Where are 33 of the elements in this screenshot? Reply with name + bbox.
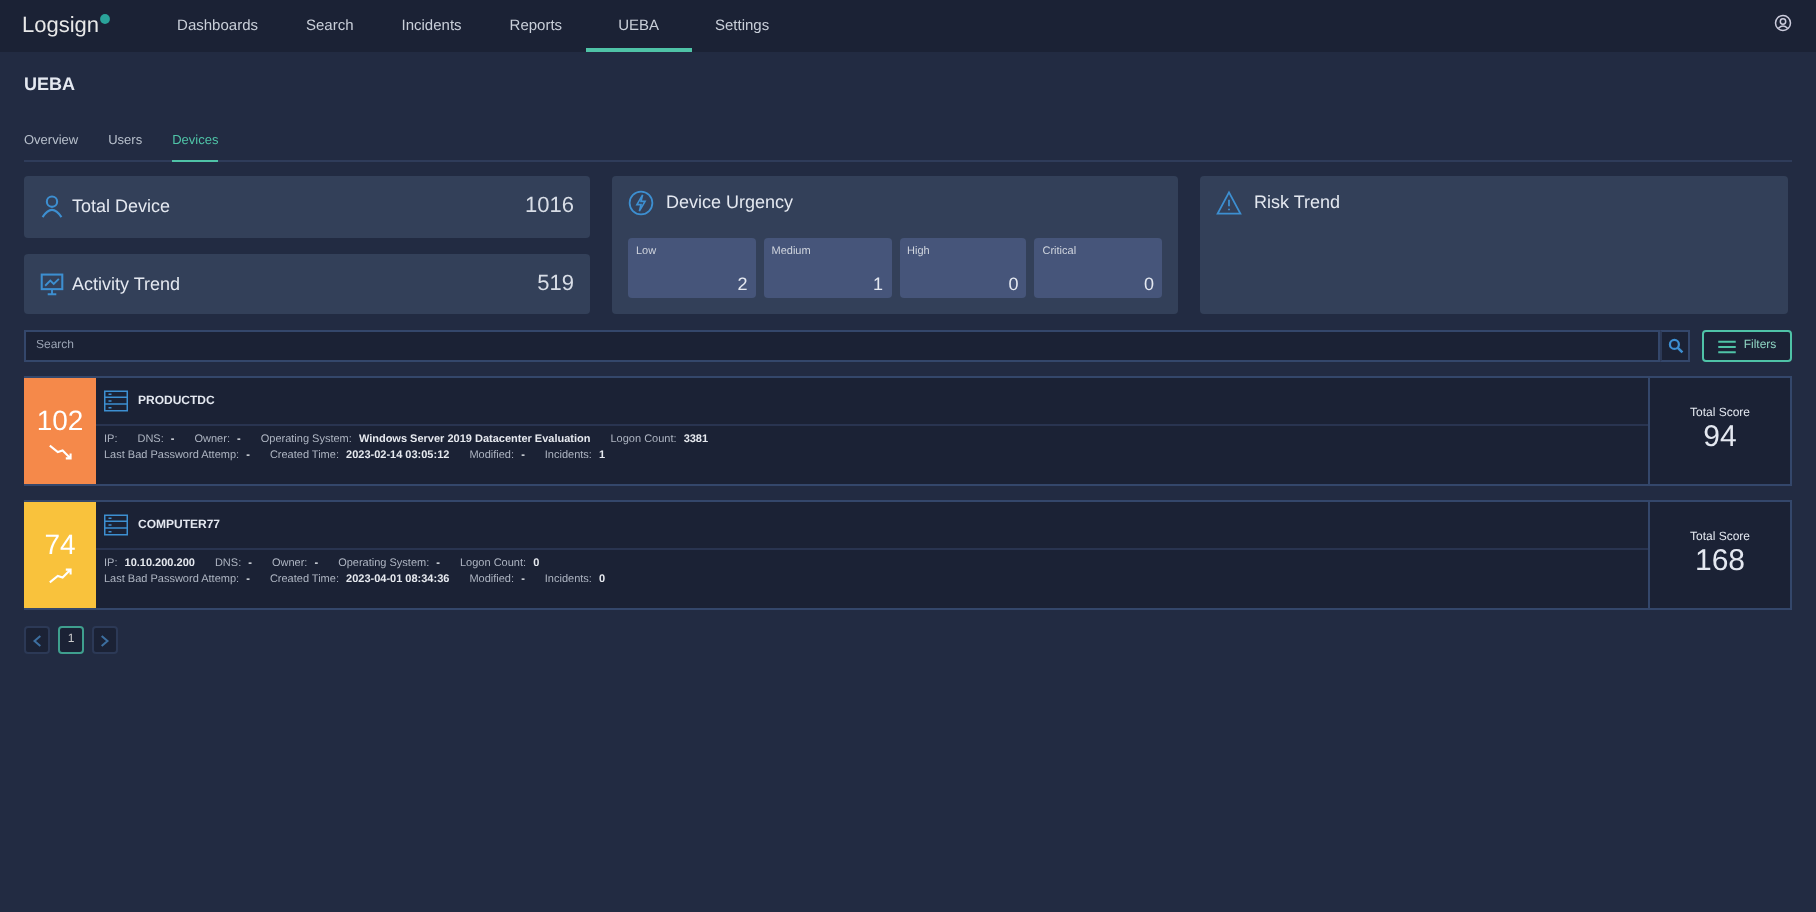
menu-icon [1717, 339, 1736, 353]
urgency-count: 0 [1141, 274, 1154, 294]
search-icon [1667, 338, 1683, 354]
card-value: 519 [537, 271, 574, 296]
lightning-icon [628, 189, 654, 215]
card-title: Device Urgency [666, 192, 794, 212]
urgency-count: 2 [735, 274, 748, 294]
user-icon [40, 194, 64, 219]
trend-down-icon [47, 443, 73, 459]
search-button[interactable] [1660, 330, 1690, 362]
server-icon [104, 514, 128, 536]
next-page-button[interactable] [92, 626, 118, 654]
total-score: 168 [1694, 544, 1746, 578]
urgency-count: 0 [1006, 274, 1019, 294]
risk-score: 102 [36, 403, 84, 435]
device-row[interactable] [24, 376, 1792, 486]
card-title: Activity Trend [72, 273, 181, 294]
monitor-chart-icon [40, 271, 64, 296]
urgency-count: 1 [870, 274, 883, 294]
chevron-right-icon [100, 633, 110, 647]
previous-page-button[interactable] [24, 626, 50, 654]
trend-up-icon [47, 567, 73, 583]
warning-icon [1216, 189, 1242, 215]
page-title: UEBA [24, 72, 78, 98]
user-icon[interactable] [1774, 14, 1792, 32]
card-title: Total Device [72, 196, 171, 217]
server-icon [104, 390, 128, 412]
logo[interactable]: Logsign [22, 0, 112, 52]
card-title: Risk Trend [1254, 192, 1341, 212]
risk-score: 74 [44, 527, 76, 559]
card-value: 1016 [525, 194, 574, 219]
chevron-left-icon [32, 633, 42, 647]
total-score: 94 [1703, 420, 1737, 454]
